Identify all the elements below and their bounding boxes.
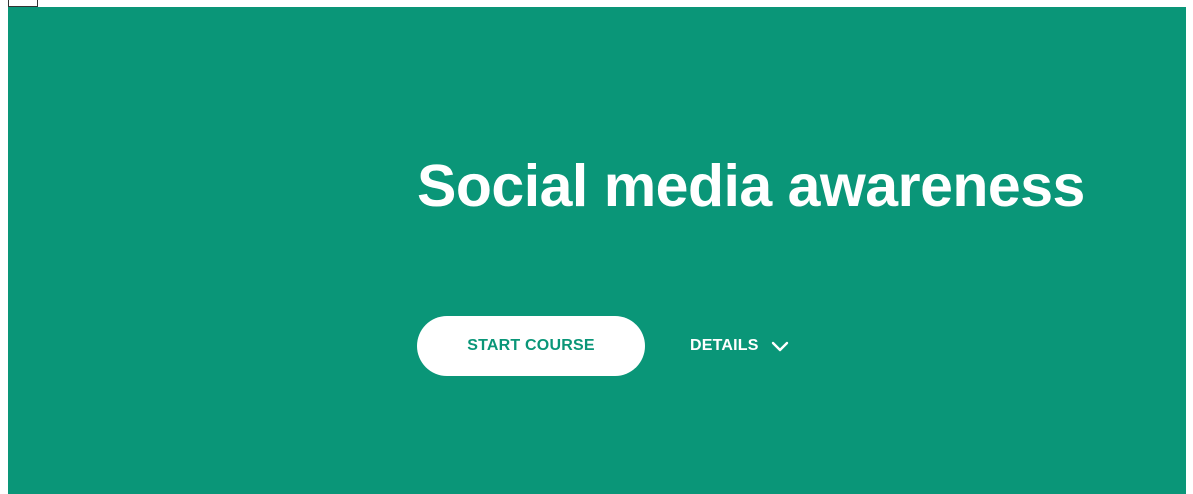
details-toggle[interactable]: DETAILS	[690, 333, 789, 359]
course-title: Social media awareness	[417, 153, 1085, 219]
chevron-down-icon	[771, 340, 789, 352]
course-hero-banner: Social media awareness START COURSE DETA…	[8, 7, 1186, 494]
window-corner-box	[8, 0, 38, 7]
details-label: DETAILS	[690, 337, 759, 354]
start-course-button[interactable]: START COURSE	[417, 316, 645, 376]
